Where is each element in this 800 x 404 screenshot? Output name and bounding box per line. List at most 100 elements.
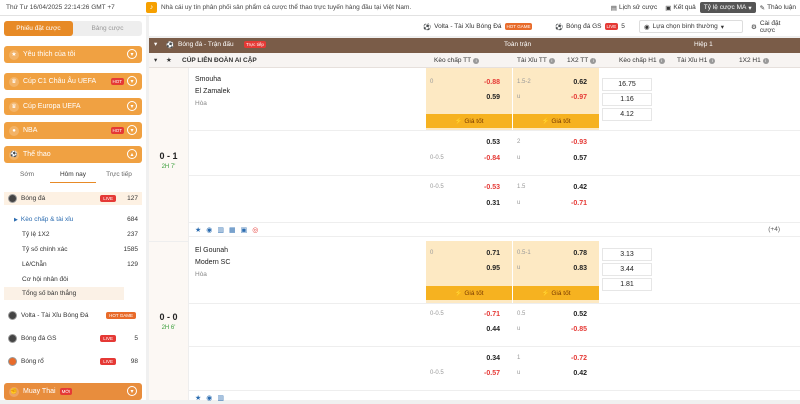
sidebar-item-football[interactable]: Bóng đá LIVE 127 — [4, 192, 142, 205]
football-icon — [8, 311, 17, 320]
away-team: El Zamalek — [195, 88, 231, 95]
sidebar-item-muay-thai[interactable]: ✊ Muay Thai MỚI ▾ — [4, 383, 142, 400]
subtab-live[interactable]: Trực tiếp — [96, 171, 142, 183]
arrow-right-icon: ▶ — [14, 216, 18, 223]
match-time: 2H 7' — [161, 163, 176, 170]
odds-table: ▾ ⚽ Bóng đá - Trận đấu Trực tiếp Toàn tr… — [149, 38, 800, 402]
football-icon: ⚽ — [166, 42, 175, 49]
bolt-icon: ⚡ — [541, 290, 550, 297]
sidebar-subitem-total-goals[interactable]: Tổng số bàn thắng — [4, 287, 124, 300]
col-ou-h1: Tài Xỉu H1 i — [677, 57, 716, 64]
sidebar-item-basketball[interactable]: Bóng rổ LIVE 98 — [4, 355, 142, 368]
col-ou-ft: Tài Xỉu TT i — [517, 57, 555, 64]
draw-label: Hòa — [195, 271, 207, 278]
new-badge: MỚI — [59, 388, 73, 395]
best-price-button[interactable]: ⚡ Giá tốt — [426, 286, 512, 300]
tab-bet-board[interactable]: Bảng cược — [73, 21, 142, 36]
volta-link[interactable]: ⚽ Volta - Tài Xỉu Bóng Đá HOT GAME — [419, 20, 536, 33]
chevron-down-icon: ▾ — [127, 76, 137, 86]
chevron-down-icon: ▾ — [127, 49, 137, 59]
x12-home[interactable]: 3.13 — [602, 248, 652, 261]
discussion-button[interactable]: ✎ Thảo luận — [756, 4, 800, 12]
subtab-today[interactable]: Hôm nay — [50, 171, 96, 183]
best-price-button[interactable]: ⚡ Giá tốt — [513, 286, 599, 300]
history-button[interactable]: ▤ Lịch sử cược — [607, 4, 661, 12]
star-icon[interactable]: ★ — [195, 394, 201, 402]
sidebar-tabs: Phiếu đặt cược Bảng cược — [4, 21, 142, 36]
live-badge: LIVE — [100, 335, 116, 342]
table-icon[interactable]: ▦ — [229, 226, 236, 234]
info-icon[interactable]: i — [473, 57, 480, 64]
top-bar: Thứ Tư 16/04/2025 22:14:26 GMT +7 ♪ Nhà … — [0, 0, 800, 16]
stats-icon[interactable]: ▥ — [217, 226, 224, 234]
field-icon[interactable]: ▣ — [241, 226, 248, 234]
view-mode-select[interactable]: ◉ Lựa chọn bình thường ▾ — [639, 20, 743, 33]
x12-away[interactable]: 3.44 — [602, 263, 652, 276]
best-price-button[interactable]: ⚡ Giá tốt — [513, 114, 599, 128]
sports-icon: ⚽ — [9, 149, 19, 160]
match-score: 0 - 1 — [159, 150, 178, 161]
full-match-header: Toàn trận — [504, 41, 532, 48]
football-icon — [8, 194, 17, 203]
star-icon[interactable]: ★ — [195, 226, 201, 234]
subtab-early[interactable]: Sớm — [4, 171, 50, 183]
chevron-down-icon: ▾ — [127, 101, 137, 111]
sidebar-subitem-exact-score[interactable]: Tỷ số chính xác 1585 — [4, 243, 142, 256]
live-badge: Trực tiếp — [244, 41, 266, 48]
best-price-button[interactable]: ⚡ Giá tốt — [426, 114, 512, 128]
sidebar-item-c1[interactable]: ♛ Cúp C1 Châu Âu UEFA HOT ▾ — [4, 73, 142, 90]
collapse-icon[interactable]: ▾ — [154, 56, 157, 64]
sidebar: Phiếu đặt cược Bảng cược ★ Yêu thích của… — [0, 16, 146, 400]
football-icon — [8, 334, 17, 343]
bell-icon[interactable]: ♪ — [146, 2, 157, 13]
col-1x2-ft: 1X2 TT i — [567, 57, 597, 64]
sidebar-item-volta[interactable]: Volta - Tài Xỉu Bóng Đá HOT GAME — [4, 309, 142, 322]
gear-icon: ⚙ — [751, 23, 757, 31]
x12-draw[interactable]: 4.12 — [602, 108, 652, 121]
table-header: ▾ ⚽ Bóng đá - Trận đấu Trực tiếp Toàn tr… — [149, 38, 800, 53]
half1-header: Hiệp 1 — [694, 41, 713, 48]
sidebar-subitem-odd-even[interactable]: Lẻ/Chẵn 129 — [4, 258, 142, 271]
results-button[interactable]: ▣ Kết quả — [661, 4, 700, 12]
info-icon[interactable]: i — [548, 57, 555, 64]
odds-type-button[interactable]: Tỷ lệ cược MA ▾ — [699, 2, 756, 13]
live-tv-icon[interactable]: ◎ — [252, 226, 258, 234]
collapse-icon[interactable]: ▾ — [154, 40, 157, 48]
chevron-down-icon: ▾ — [127, 125, 137, 135]
announcement-marquee: Nhà cái uy tín phân phối sản phẩm cá cượ… — [161, 4, 412, 11]
sidebar-subitem-1x2[interactable]: Tỷ lệ 1X2 237 — [4, 228, 142, 241]
eye-icon[interactable]: ◉ — [206, 226, 212, 234]
match-status: 0 - 0 2H 6' — [149, 241, 189, 400]
eye-icon[interactable]: ◉ — [206, 394, 212, 402]
columns-header: ▾ ★ CÚP LIÊN ĐOÀN AI CẬP Kèo chấp TT i Tà… — [149, 53, 800, 68]
info-icon[interactable]: i — [658, 57, 665, 64]
results-icon: ▣ — [665, 4, 672, 12]
stats-icon[interactable]: ▥ — [217, 394, 224, 402]
sidebar-item-nba[interactable]: ● NBA HOT ▾ — [4, 122, 142, 139]
gs-link[interactable]: ⚽ Bóng đá GS LIVE 5 — [551, 20, 629, 33]
x12-home[interactable]: 16.75 — [602, 78, 652, 91]
info-icon[interactable]: i — [709, 57, 716, 64]
more-markets[interactable]: (+4) — [768, 226, 780, 233]
league-name: CÚP LIÊN ĐOÀN AI CẬP — [182, 57, 257, 64]
chat-icon: ✎ — [759, 4, 766, 12]
tab-bet-slip[interactable]: Phiếu đặt cược — [4, 21, 73, 36]
bet-settings-button[interactable]: ⚙ Cài đặt cược — [747, 20, 800, 34]
hot-game-badge: HOT GAME — [106, 312, 136, 319]
star-icon[interactable]: ★ — [166, 56, 172, 64]
match-actions: ★ ◉ ▥ ▦ ▣ ◎ (+4) — [189, 222, 800, 236]
sidebar-item-europa[interactable]: ♛ Cúp Europa UEFA ▾ — [4, 98, 142, 115]
info-icon[interactable]: i — [762, 57, 769, 64]
x12-away[interactable]: 1.16 — [602, 93, 652, 106]
match-teams: El Gounah Modern SC Hòa — [195, 247, 230, 283]
sidebar-subtabs: Sớm Hôm nay Trực tiếp — [4, 171, 142, 183]
sidebar-item-gs[interactable]: Bóng đá GS LIVE 5 — [4, 332, 142, 345]
divider — [189, 236, 800, 237]
x12-draw[interactable]: 1.81 — [602, 278, 652, 291]
sidebar-subitem-handicap[interactable]: ▶ Kèo chấp & tài xỉu 684 — [4, 213, 142, 226]
sidebar-favorites[interactable]: ★ Yêu thích của tôi ▾ — [4, 46, 142, 63]
sidebar-item-sports[interactable]: ⚽ Thể thao ▴ — [4, 146, 142, 163]
info-icon[interactable]: i — [590, 57, 597, 64]
sidebar-subitem-double-chance[interactable]: Cơ hội nhân đôi — [4, 273, 142, 286]
match-time: 2H 6' — [161, 324, 176, 331]
